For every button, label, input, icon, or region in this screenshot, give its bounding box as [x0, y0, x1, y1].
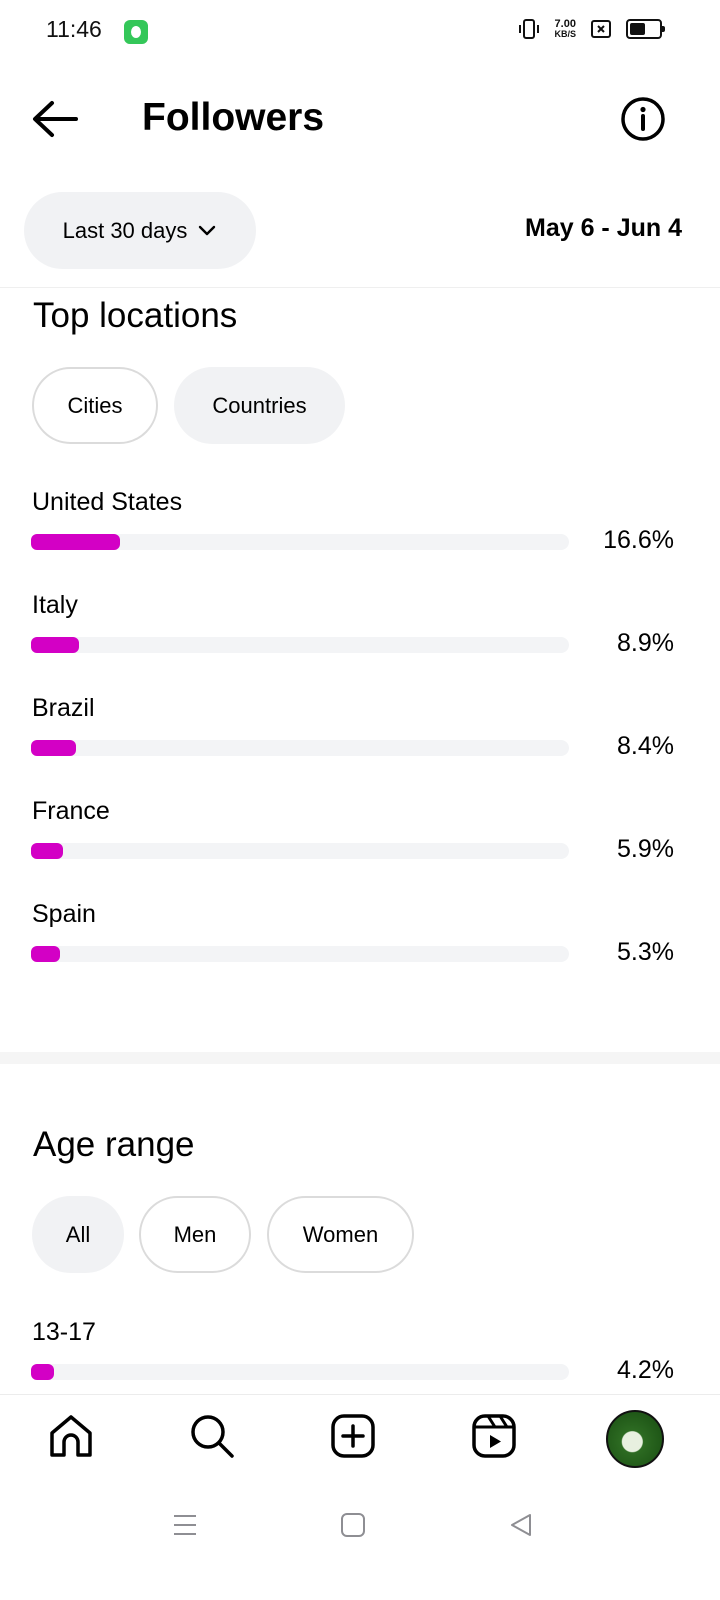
location-bar-track — [31, 740, 569, 756]
page-title: Followers — [142, 96, 325, 139]
nav-reels[interactable] — [469, 1411, 519, 1461]
tab-countries-label: Countries — [212, 392, 307, 418]
location-bar-track — [31, 637, 569, 653]
top-locations-title: Top locations — [33, 296, 238, 335]
location-row: France 5.9% — [0, 797, 720, 897]
location-name: Italy — [32, 591, 78, 619]
location-bar-track — [31, 843, 569, 859]
tab-cities[interactable]: Cities — [32, 367, 158, 444]
date-range-text: May 6 - Jun 4 — [525, 214, 682, 242]
section-divider — [0, 1052, 720, 1064]
system-nav-bar — [0, 1484, 720, 1600]
location-bar-fill — [31, 740, 77, 756]
age-range-label: 13-17 — [32, 1318, 96, 1346]
header-divider — [0, 287, 720, 288]
home-icon — [50, 1415, 92, 1457]
location-name: Spain — [32, 900, 96, 928]
location-percent: 8.4% — [617, 732, 674, 760]
location-name: Brazil — [32, 694, 95, 722]
date-range-dropdown[interactable]: Last 30 days — [24, 192, 256, 269]
location-bar-fill — [31, 534, 121, 550]
reels-icon — [472, 1414, 516, 1458]
location-name: United States — [32, 488, 183, 516]
info-button[interactable] — [618, 94, 668, 144]
tab-countries[interactable]: Countries — [174, 367, 345, 444]
back-triangle-icon[interactable] — [508, 1512, 534, 1538]
vibrate-icon — [519, 19, 540, 39]
app-notification-icon — [124, 20, 148, 44]
tab-men-label: Men — [173, 1221, 217, 1247]
tab-all-label: All — [65, 1221, 91, 1247]
no-sim-icon — [591, 20, 611, 38]
location-bar-fill — [31, 843, 63, 859]
home-square-icon[interactable] — [340, 1512, 366, 1538]
age-range-title: Age range — [33, 1125, 195, 1164]
network-speed-unit: KB/S — [554, 29, 576, 39]
chevron-down-icon — [199, 225, 216, 235]
status-icons: 7.00 KB/S — [518, 18, 665, 40]
location-row: Brazil 8.4% — [0, 694, 720, 794]
location-bar-track — [31, 946, 569, 962]
tab-women-label: Women — [302, 1221, 379, 1247]
network-speed-value: 7.00 — [554, 18, 576, 30]
back-button[interactable] — [28, 96, 80, 142]
age-bar-fill — [31, 1364, 54, 1380]
age-bar-track — [31, 1364, 569, 1380]
nav-home[interactable] — [46, 1411, 96, 1461]
location-row: Spain 5.3% — [0, 900, 720, 1000]
menu-icon[interactable] — [172, 1512, 198, 1538]
network-speed: 7.00 KB/S — [554, 18, 576, 40]
nav-create[interactable] — [328, 1411, 378, 1461]
location-row: Italy 8.9% — [0, 591, 720, 691]
bottom-nav — [0, 1394, 720, 1485]
location-bar-fill — [31, 637, 79, 653]
battery-icon — [626, 19, 665, 39]
location-percent: 5.9% — [617, 835, 674, 863]
arrow-left-icon — [33, 101, 78, 137]
profile-avatar[interactable] — [606, 1410, 664, 1468]
location-bar-fill — [31, 946, 60, 962]
location-percent: 8.9% — [617, 629, 674, 657]
location-name: France — [32, 797, 110, 825]
tab-cities-label: Cities — [67, 392, 123, 418]
tab-all[interactable]: All — [32, 1196, 124, 1273]
location-percent: 16.6% — [603, 526, 674, 554]
date-range-dropdown-label: Last 30 days — [62, 217, 188, 243]
search-icon — [191, 1415, 234, 1458]
location-bar-track — [31, 534, 569, 550]
tab-women[interactable]: Women — [267, 1196, 414, 1273]
location-percent: 5.3% — [617, 938, 674, 966]
age-percent: 4.2% — [617, 1356, 674, 1384]
location-row: United States 16.6% — [0, 488, 720, 588]
create-icon — [331, 1414, 375, 1458]
status-time: 11:46 — [46, 16, 102, 42]
info-icon — [621, 97, 665, 141]
nav-search[interactable] — [187, 1411, 237, 1461]
tab-men[interactable]: Men — [139, 1196, 251, 1273]
